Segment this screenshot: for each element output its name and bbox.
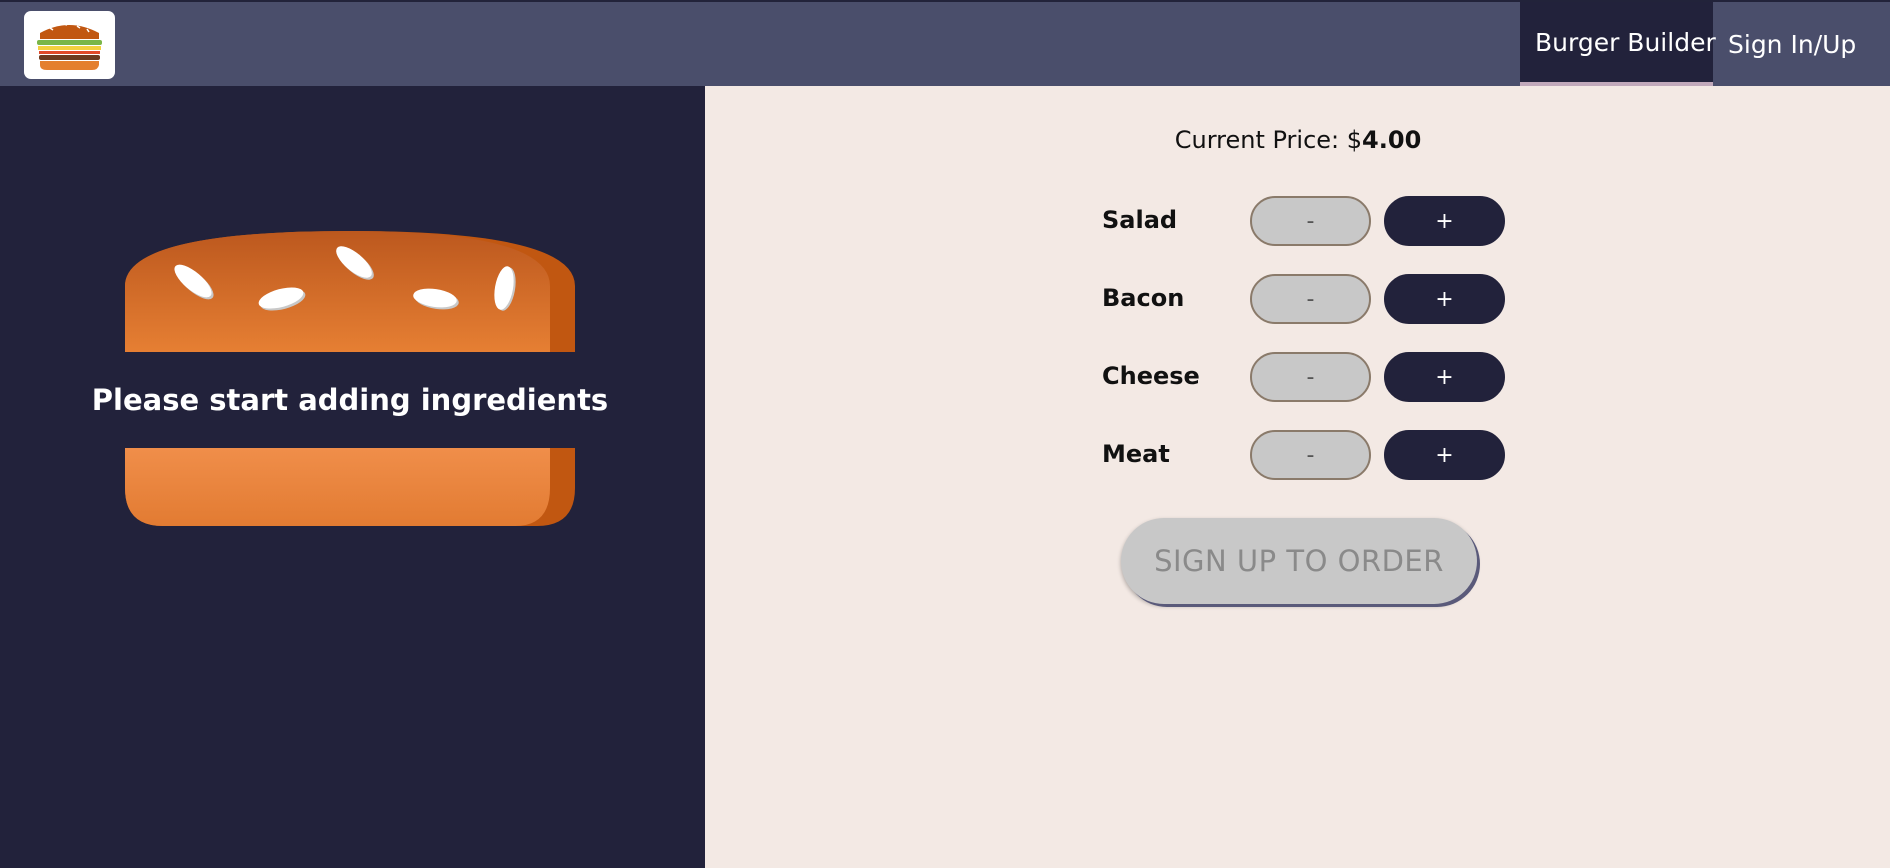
burger-preview: Please start adding ingredients bbox=[0, 86, 705, 868]
nav-link-label: Burger Builder bbox=[1535, 27, 1716, 57]
ingredient-label: Cheese bbox=[1102, 362, 1200, 390]
build-controls: Current Price: $4.00 Salad - + Bacon - +… bbox=[705, 86, 1890, 868]
current-price: Current Price: $4.00 bbox=[705, 126, 1890, 154]
build-control-meat: Meat - + bbox=[1102, 430, 1522, 480]
bread-bottom bbox=[125, 448, 575, 526]
nav-link-burger-builder[interactable]: Burger Builder bbox=[1520, 2, 1716, 86]
more-button[interactable]: + bbox=[1384, 196, 1505, 246]
build-control-salad: Salad - + bbox=[1102, 196, 1522, 246]
ingredient-label: Bacon bbox=[1102, 284, 1185, 312]
less-button[interactable]: - bbox=[1250, 430, 1371, 480]
nav-link-sign-in-up[interactable]: Sign In/Up bbox=[1713, 2, 1890, 86]
less-button[interactable]: - bbox=[1250, 274, 1371, 324]
empty-burger-message: Please start adding ingredients bbox=[91, 383, 609, 417]
more-button[interactable]: + bbox=[1384, 274, 1505, 324]
less-button[interactable]: - bbox=[1250, 196, 1371, 246]
build-control-cheese: Cheese - + bbox=[1102, 352, 1522, 402]
ingredient-label: Meat bbox=[1102, 440, 1170, 468]
build-control-bacon: Bacon - + bbox=[1102, 274, 1522, 324]
nav-link-label: Sign In/Up bbox=[1728, 29, 1857, 59]
less-button[interactable]: - bbox=[1250, 352, 1371, 402]
burger-logo-icon[interactable] bbox=[24, 11, 115, 79]
price-label: Current Price: $ bbox=[1174, 126, 1363, 154]
price-value: 4.00 bbox=[1362, 126, 1422, 154]
toolbar: Burger Builder Sign In/Up bbox=[0, 0, 1890, 86]
main-nav: Burger Builder Sign In/Up bbox=[1520, 2, 1890, 86]
order-button[interactable]: SIGN UP TO ORDER bbox=[1121, 518, 1477, 604]
ingredient-label: Salad bbox=[1102, 206, 1178, 234]
bread-top bbox=[125, 231, 575, 352]
more-button[interactable]: + bbox=[1384, 430, 1505, 480]
more-button[interactable]: + bbox=[1384, 352, 1505, 402]
